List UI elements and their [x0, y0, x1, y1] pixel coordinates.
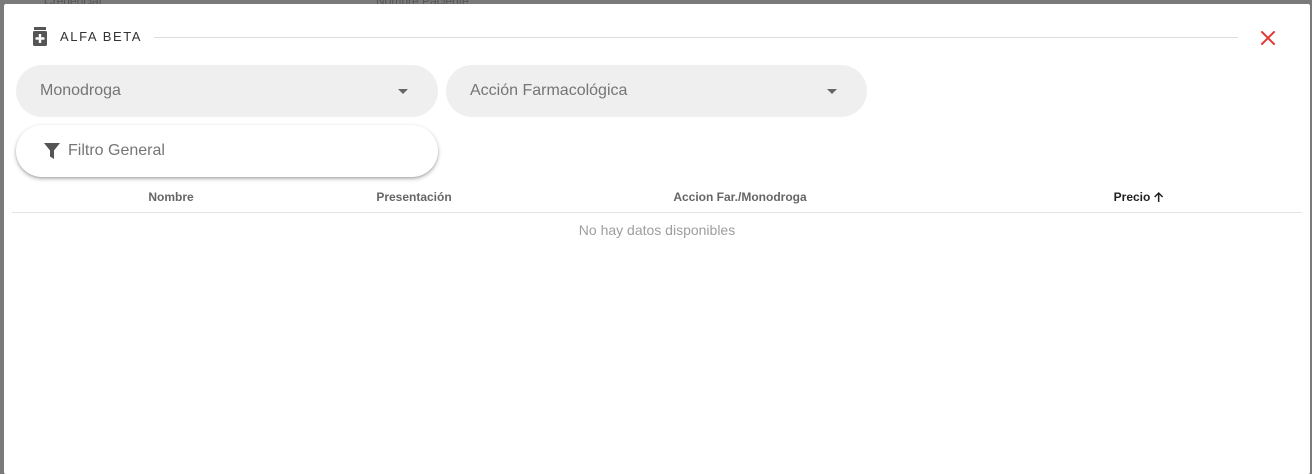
dialog-title: ALFA BETA: [60, 29, 143, 44]
table-header-row: Nombre Presentación Accion Far./Monodrog…: [12, 182, 1302, 213]
chevron-down-icon: [827, 89, 837, 94]
column-header-nombre[interactable]: Nombre: [148, 190, 193, 204]
column-header-precio-label: Precio: [1113, 190, 1151, 204]
filter-icon: [44, 143, 60, 159]
general-filter-placeholder: Filtro General: [68, 142, 165, 159]
column-header-presentacion[interactable]: Presentación: [376, 190, 451, 204]
medical-box-icon: [33, 27, 47, 46]
accion-farmacologica-select[interactable]: Acción Farmacológica: [446, 65, 867, 117]
dialog-header: ALFA BETA: [4, 4, 1310, 68]
close-icon: [1261, 31, 1275, 45]
header-divider: [154, 37, 1238, 38]
empty-table-message: No hay datos disponibles: [578, 222, 736, 238]
close-button[interactable]: [1256, 26, 1280, 50]
monodroga-select-label: Monodroga: [40, 82, 121, 99]
column-header-precio[interactable]: Precio: [1114, 190, 1165, 204]
general-filter-input[interactable]: Filtro General: [16, 125, 438, 177]
column-header-accion-monodroga[interactable]: Accion Far./Monodroga: [673, 190, 806, 204]
monodroga-select[interactable]: Monodroga: [16, 65, 438, 117]
arrow-up-icon: [1153, 191, 1163, 202]
accion-farmacologica-select-label: Acción Farmacológica: [470, 82, 628, 99]
alfa-beta-dialog: ALFA BETA Monodroga Acción Farmacológica…: [4, 4, 1310, 474]
chevron-down-icon: [398, 89, 408, 94]
